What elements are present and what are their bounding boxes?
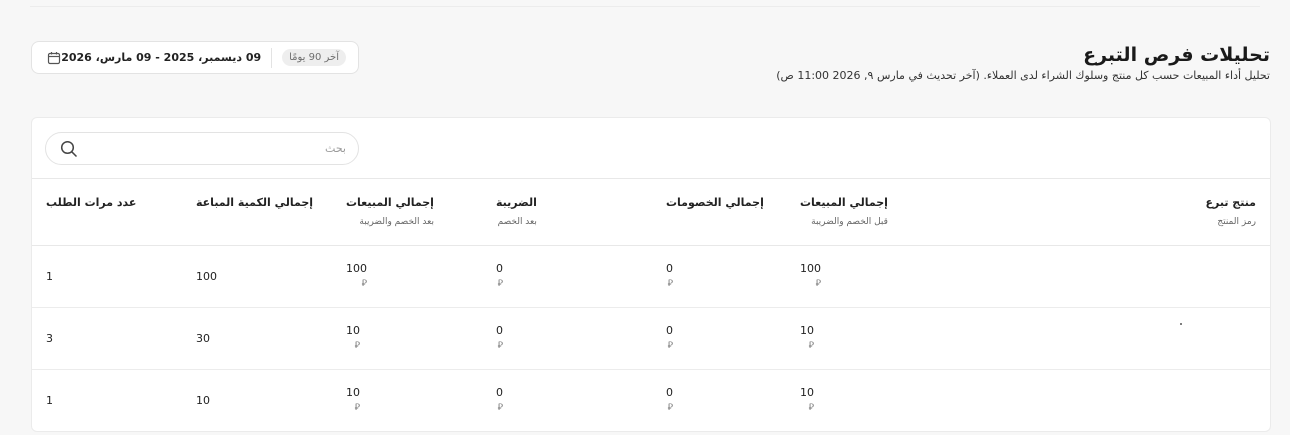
col-header-product[interactable]: منتج تبرع رمز المنتج bbox=[1205, 196, 1256, 228]
currency-icon: ⃁ bbox=[354, 403, 360, 413]
search-icon[interactable] bbox=[60, 140, 78, 158]
calendar-icon[interactable] bbox=[46, 50, 61, 66]
col-header-quantity[interactable]: إجمالي الكمية المباعة bbox=[196, 196, 313, 210]
currency-icon: ⃁ bbox=[497, 279, 503, 289]
gross-sales-cell: 100 ⃁ bbox=[800, 262, 821, 289]
currency-icon: ⃁ bbox=[667, 279, 673, 289]
currency-icon: ⃁ bbox=[497, 341, 503, 351]
quantity-cell: 30 bbox=[196, 332, 210, 345]
currency-icon: ⃁ bbox=[497, 403, 503, 413]
page-header: تحليلات فرص التبرع تحليل أداء المبيعات ح… bbox=[776, 43, 1270, 83]
currency-icon: ⃁ bbox=[354, 341, 360, 351]
currency-icon: ⃁ bbox=[808, 341, 814, 351]
col-header-gross-sales[interactable]: إجمالي المبيعات قبل الخصم والضريبة bbox=[800, 196, 888, 228]
table-row[interactable]: 10 ⃁ 0 ⃁ 0 ⃁ 10 ⃁ 10 1 bbox=[32, 370, 1270, 431]
gross-sales-cell: 10 ⃁ bbox=[800, 324, 814, 351]
discounts-cell: 0 ⃁ bbox=[666, 262, 673, 289]
tax-cell: 0 ⃁ bbox=[496, 386, 503, 413]
col-header-discounts[interactable]: إجمالي الخصومات bbox=[666, 196, 764, 210]
net-sales-cell: 10 ⃁ bbox=[346, 386, 360, 413]
quantity-cell: 10 bbox=[196, 394, 210, 407]
date-preset-badge[interactable]: آخر 90 يومًا bbox=[282, 49, 346, 66]
currency-icon: ⃁ bbox=[667, 341, 673, 351]
table-row[interactable]: 10 ⃁ 0 ⃁ 0 ⃁ 10 ⃁ 30 3 bbox=[32, 308, 1270, 370]
currency-icon: ⃁ bbox=[361, 279, 367, 289]
orders-cell: 3 bbox=[46, 332, 53, 345]
currency-icon: ⃁ bbox=[667, 403, 673, 413]
net-sales-cell: 10 ⃁ bbox=[346, 324, 360, 351]
date-range-divider bbox=[271, 47, 273, 68]
discounts-cell: 0 ⃁ bbox=[666, 324, 673, 351]
currency-icon: ⃁ bbox=[808, 403, 814, 413]
search-input[interactable] bbox=[78, 142, 346, 155]
quantity-cell: 100 bbox=[196, 270, 217, 283]
gross-sales-cell: 10 ⃁ bbox=[800, 386, 814, 413]
col-header-orders[interactable]: عدد مرات الطلب bbox=[46, 196, 136, 210]
orders-cell: 1 bbox=[46, 394, 53, 407]
sales-table: منتج تبرع رمز المنتج إجمالي المبيعات قبل… bbox=[32, 178, 1270, 431]
page-subtitle: تحليل أداء المبيعات حسب كل منتج وسلوك ال… bbox=[776, 69, 1270, 82]
col-header-net-sales[interactable]: إجمالي المبيعات بعد الخصم والضريبة bbox=[346, 196, 434, 228]
date-range-text: 09 ديسمبر، 2025 - 09 مارس، 2026 bbox=[61, 51, 262, 64]
discounts-cell: 0 ⃁ bbox=[666, 386, 673, 413]
date-range-picker[interactable]: آخر 90 يومًا 09 ديسمبر، 2025 - 09 مارس، … bbox=[31, 41, 359, 74]
decorative-dot bbox=[1180, 323, 1182, 325]
col-header-tax[interactable]: الضريبة بعد الخصم bbox=[496, 196, 537, 228]
net-sales-cell: 100 ⃁ bbox=[346, 262, 367, 289]
table-row[interactable]: 100 ⃁ 0 ⃁ 0 ⃁ 100 ⃁ 100 1 bbox=[32, 246, 1270, 308]
currency-icon: ⃁ bbox=[815, 279, 821, 289]
page-title: تحليلات فرص التبرع bbox=[1083, 44, 1270, 66]
top-divider bbox=[30, 6, 1260, 7]
orders-cell: 1 bbox=[46, 270, 53, 283]
analytics-card: منتج تبرع رمز المنتج إجمالي المبيعات قبل… bbox=[31, 117, 1271, 432]
table-header: منتج تبرع رمز المنتج إجمالي المبيعات قبل… bbox=[32, 178, 1270, 246]
search-box[interactable] bbox=[45, 132, 359, 165]
tax-cell: 0 ⃁ bbox=[496, 262, 503, 289]
tax-cell: 0 ⃁ bbox=[496, 324, 503, 351]
